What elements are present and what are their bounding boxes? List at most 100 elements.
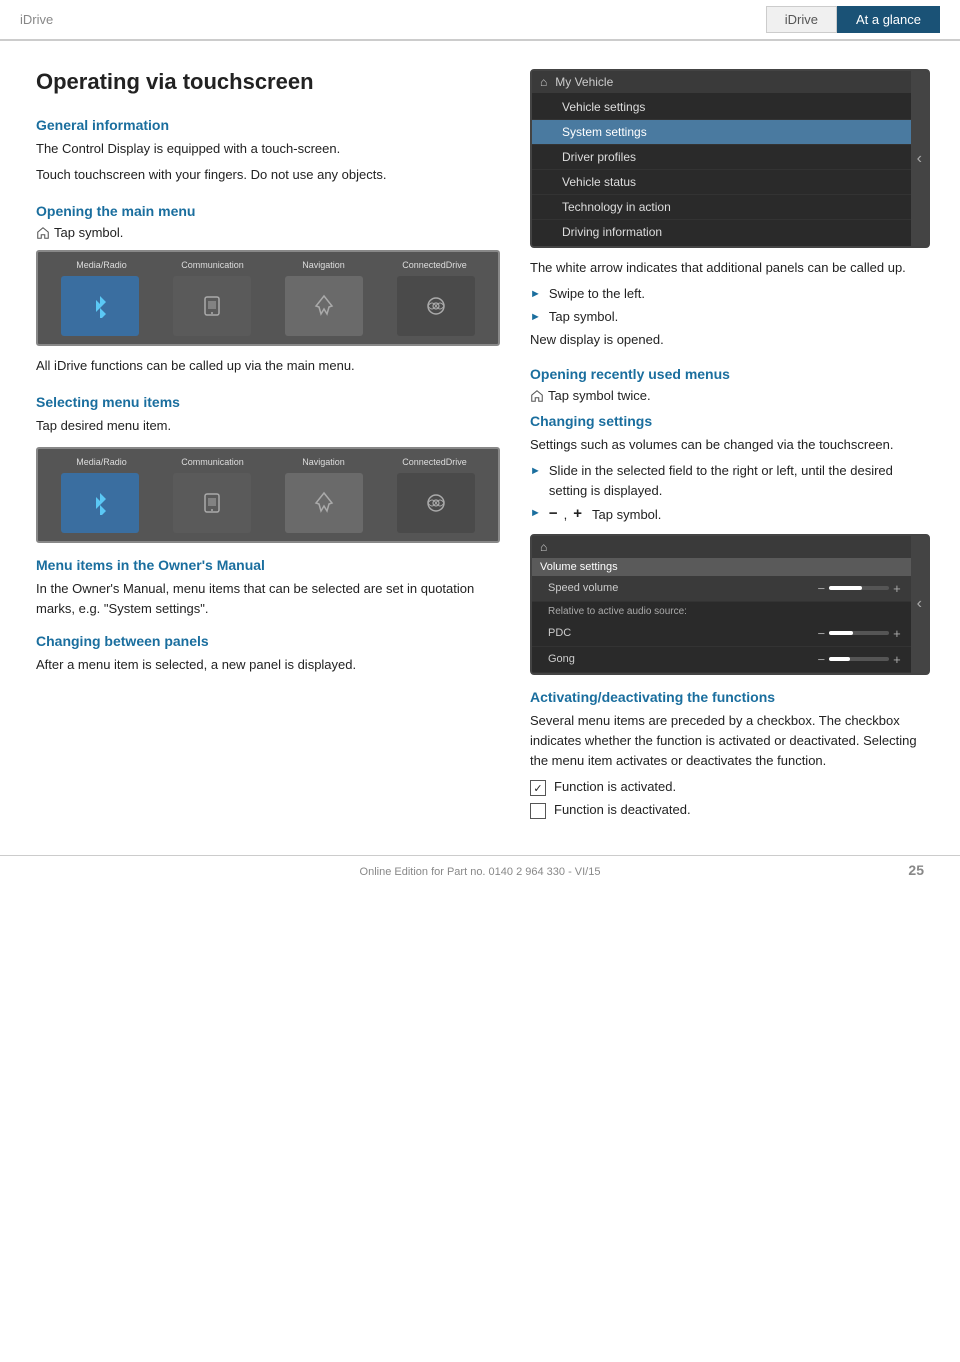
connected-drive-icon-2 (424, 491, 448, 515)
main-menu-after-text: All iDrive functions can be called up vi… (36, 356, 500, 376)
vol-row-pdc: PDC − + (532, 621, 911, 647)
vol-row-gong: Gong − + (532, 647, 911, 673)
minus-plus-label: − , + Tap symbol. (549, 503, 662, 526)
vol-pdc-fill (829, 631, 853, 635)
section-activating-heading: Activating/deactivating the functions (530, 689, 930, 705)
tap-symbol-line-1: Tap symbol. (36, 225, 500, 240)
phone-icon-2 (200, 491, 224, 515)
menu-items-owners-text: In the Owner's Manual, menu items that c… (36, 579, 500, 619)
bullet-arrow-1: ► (530, 286, 541, 303)
checkbox-unchecked-label: Function is deactivated. (554, 802, 691, 817)
bullet-swipe-text: Swipe to the left. (549, 284, 645, 304)
section-general-info-heading: General information (36, 117, 500, 133)
vol-gong-slider[interactable] (829, 657, 889, 661)
screen-menu-item-vehicle-status[interactable]: Vehicle status (532, 170, 911, 195)
bullet-tap-text: Tap symbol. (549, 307, 618, 327)
general-info-para1: The Control Display is equipped with a t… (36, 139, 500, 159)
bullet-arrow-2: ► (530, 309, 541, 326)
col-label-2-1: Communication (173, 457, 253, 467)
vol-speed-label: Speed volume (548, 582, 817, 594)
minus-symbol: − (549, 503, 558, 526)
vol-gong-label: Gong (548, 653, 817, 665)
checkbox-checked-icon (530, 780, 546, 796)
menu-cell-2-connected[interactable] (397, 473, 475, 533)
col-label-2-0: Media/Radio (62, 457, 142, 467)
section-changing-settings-heading: Changing settings (530, 413, 930, 429)
menu-cell-comm[interactable] (173, 276, 251, 336)
col-label-2-3: ConnectedDrive (395, 457, 475, 467)
selecting-menu-tap: Tap desired menu item. (36, 416, 500, 436)
screen-home-icon-1: ⌂ (540, 75, 547, 89)
right-column: ⌂ My Vehicle Vehicle settings System set… (530, 69, 930, 825)
screen-menu-item-vehicle-settings[interactable]: Vehicle settings (532, 95, 911, 120)
brand-label: iDrive (20, 12, 53, 27)
home-icon-1 (36, 226, 50, 240)
screen-left-arrow-1[interactable]: ‹ (911, 71, 928, 246)
vol-screen-with-arrow: ⌂ Volume settings Speed volume − + (532, 536, 928, 673)
bullet-arrow-3: ► (530, 463, 541, 480)
screen-header-1: ⌂ My Vehicle (532, 71, 911, 93)
footer-text: Online Edition for Part no. 0140 2 964 3… (360, 866, 601, 878)
menu-cell-media[interactable] (61, 276, 139, 336)
tab-idrive[interactable]: iDrive (766, 6, 837, 33)
tap-symbol-mp: Tap symbol. (592, 505, 661, 525)
vol-speed-slider[interactable] (829, 586, 889, 590)
menu-cell-2-comm[interactable] (173, 473, 251, 533)
bullet-arrow-4: ► (530, 505, 541, 522)
menu-grid-row (46, 276, 490, 336)
menu-cell-2-media[interactable] (61, 473, 139, 533)
page-number: 25 (908, 862, 924, 878)
bluetooth-icon (88, 294, 112, 318)
screen-menu-items-1: Vehicle settings System settings Driver … (532, 93, 911, 246)
menu-cell-connected[interactable] (397, 276, 475, 336)
tap-symbol-text-1: Tap symbol. (54, 225, 123, 240)
screen-title-my-vehicle: My Vehicle (555, 75, 613, 89)
general-info-para2: Touch touchscreen with your fingers. Do … (36, 165, 500, 185)
changing-panels-text: After a menu item is selected, a new pan… (36, 655, 500, 675)
menu-grid-header: Media/Radio Communication Navigation Con… (46, 260, 490, 270)
checkbox-checked-label: Function is activated. (554, 779, 676, 794)
vol-gong-fill (829, 657, 850, 661)
screen-menu-item-driver-profiles[interactable]: Driver profiles (532, 145, 911, 170)
vol-gong-slider-area: − + (817, 652, 900, 667)
checkbox-unchecked-icon (530, 803, 546, 819)
vol-gong-minus: − (817, 652, 825, 667)
screen-menu-item-system-settings[interactable]: System settings (532, 120, 911, 145)
vol-divider: Relative to active audio source: (532, 602, 911, 621)
tap-symbol-line-recently-used: Tap symbol twice. (530, 388, 930, 403)
bullet-minusplus: ► − , + Tap symbol. (530, 503, 930, 526)
vol-row-speed: Speed volume − + (532, 576, 911, 602)
page-body: Operating via touchscreen General inform… (0, 41, 960, 845)
col-label-0: Media/Radio (62, 260, 142, 270)
changing-settings-text: Settings such as volumes can be changed … (530, 435, 930, 455)
col-label-3: ConnectedDrive (395, 260, 475, 270)
menu-grid-row-2 (46, 473, 490, 533)
vol-arrow-col[interactable]: ‹ (911, 536, 928, 673)
screen-with-arrow-1: ⌂ My Vehicle Vehicle settings System set… (532, 71, 928, 246)
tab-at-a-glance[interactable]: At a glance (837, 6, 940, 33)
white-arrow-text: The white arrow indicates that additiona… (530, 258, 930, 278)
screen-content-1: ⌂ My Vehicle Vehicle settings System set… (532, 71, 911, 246)
connected-drive-icon (424, 294, 448, 318)
checkbox-deactivated: Function is deactivated. (530, 802, 930, 819)
vol-pdc-slider[interactable] (829, 631, 889, 635)
col-label-1: Communication (173, 260, 253, 270)
phone-icon (200, 294, 224, 318)
vol-speed-minus: − (817, 581, 825, 596)
checkbox-activated: Function is activated. (530, 779, 930, 796)
menu-cell-2-nav[interactable] (285, 473, 363, 533)
plus-symbol: + (573, 503, 582, 526)
vol-title-bar: Volume settings (532, 558, 911, 576)
bullet-tap-symbol: ► Tap symbol. (530, 307, 930, 327)
comma-separator: , (564, 505, 568, 525)
col-label-2: Navigation (284, 260, 364, 270)
vol-speed-slider-area: − + (817, 581, 900, 596)
screen-menu-item-driving-info[interactable]: Driving information (532, 220, 911, 244)
vol-speed-fill (829, 586, 862, 590)
menu-cell-nav[interactable] (285, 276, 363, 336)
section-recently-used-heading: Opening recently used menus (530, 366, 930, 382)
vol-screen-content: ⌂ Volume settings Speed volume − + (532, 536, 911, 673)
section-menu-items-owners-heading-correct: Menu items in the Owner's Manual (36, 557, 500, 573)
nav-icon-2 (312, 491, 336, 515)
screen-menu-item-technology[interactable]: Technology in action (532, 195, 911, 220)
